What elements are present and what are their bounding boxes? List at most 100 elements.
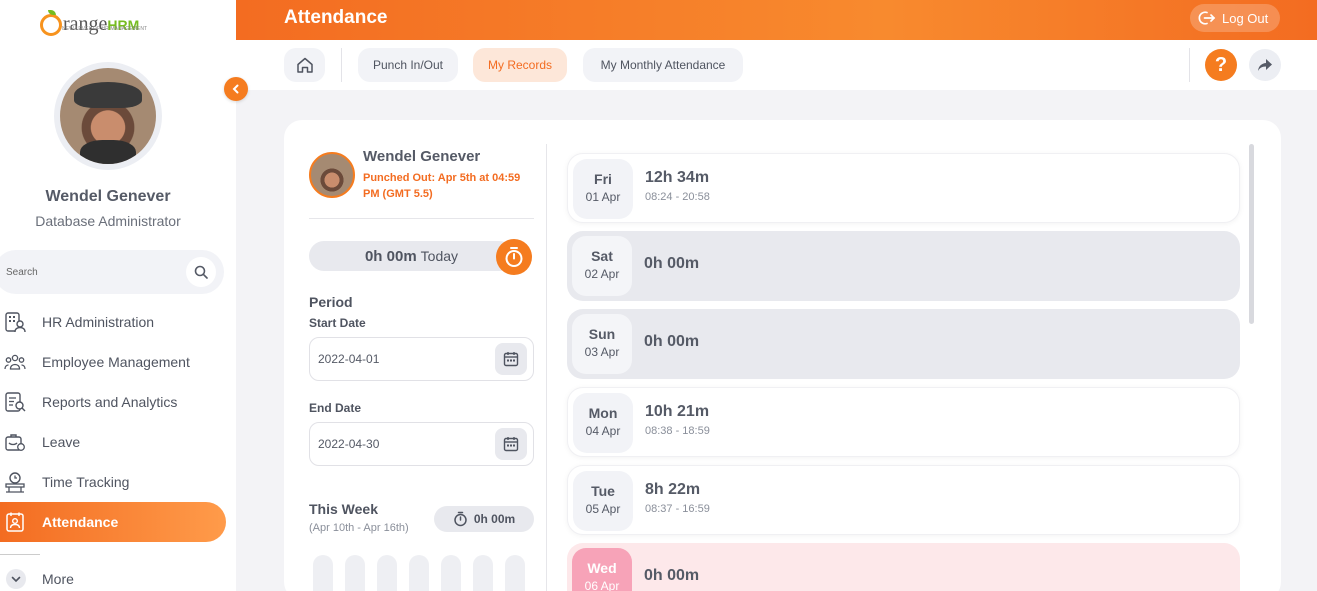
sidebar-item-label: Leave [42,434,81,450]
sidebar-item-label: HR Administration [42,314,155,330]
profile-avatar-ring[interactable] [54,62,162,170]
avatar [60,68,156,164]
list-item[interactable]: Sat 02 Apr 0h 00m [567,231,1240,301]
record-total: 12h 34m [645,169,710,186]
home-button[interactable] [284,48,325,82]
this-week-total-value: 0h 00m [473,512,516,526]
record-total: 0h 00m [644,333,700,350]
start-date-picker-button[interactable] [495,343,527,375]
list-item[interactable]: Wed 06 Apr 0h 00m [567,543,1240,591]
sidebar-item-employee-management[interactable]: Employee Management [0,342,236,382]
logo-tagline: NEW LEVEL OF HR MANAGEMENT [62,26,148,32]
sidebar-more[interactable]: More [0,566,236,591]
start-date-field[interactable]: 2022-04-01 [309,337,534,381]
this-week-total: 0h 00m [434,506,534,532]
sidebar-item-label: Reports and Analytics [42,394,178,410]
record-date: 03 Apr [584,345,620,359]
week-day-bar [313,555,333,591]
record-day-name: Tue [591,483,615,499]
today-hours-label: Today [420,248,459,264]
leave-icon [5,434,25,451]
sidebar-item-time-tracking[interactable]: Time Tracking [0,462,236,502]
attendance-icon [6,512,24,532]
record-date: 05 Apr [585,502,621,516]
record-total: 0h 00m [644,255,700,272]
record-date: 01 Apr [585,190,621,204]
panel-divider [546,144,547,591]
employees-icon [4,354,26,370]
record-total: 0h 00m [644,567,700,584]
share-button[interactable] [1249,49,1281,81]
tab-punch-in-out[interactable]: Punch In/Out [358,48,458,82]
logout-label: Log Out [1222,10,1269,26]
logout-icon [1198,11,1216,25]
sidebar-item-leave[interactable]: Leave [0,422,236,462]
list-item[interactable]: Sun 03 Apr 0h 00m [567,309,1240,379]
this-week-title: This Week [309,501,378,517]
end-date-field[interactable]: 2022-04-30 [309,422,534,466]
tab-my-monthly-attendance[interactable]: My Monthly Attendance [583,48,743,82]
end-date-label: End Date [309,401,362,415]
record-day-name: Wed [587,560,617,576]
search-input[interactable] [6,266,166,278]
sidebar-item-label: Employee Management [42,354,190,370]
record-day-badge: Tue 05 Apr [573,471,633,531]
sidebar-item-hr-administration[interactable]: HR Administration [0,302,236,342]
record-day-badge: Mon 04 Apr [573,393,633,453]
week-day-bar [505,555,525,591]
today-timer-button[interactable] [496,239,532,275]
weekly-bar-chart [313,555,533,591]
stopwatch-icon [454,511,467,527]
topbar: Punch In/Out My Records My Monthly Atten… [236,40,1317,90]
week-day-bar [409,555,429,591]
stopwatch-icon [505,247,523,267]
search-box [0,250,224,294]
calendar-icon [503,437,519,452]
week-day-bar [441,555,461,591]
record-total: 10h 21m [645,403,710,420]
end-date-picker-button[interactable] [495,428,527,460]
sidebar-user-name: Wendel Genever [45,188,171,205]
calendar-icon [503,352,519,367]
search-button[interactable] [186,257,216,287]
record-total: 8h 22m [645,481,701,498]
sidebar-menu: HR Administration Employee Management Re… [0,302,236,555]
avatar [309,152,355,198]
share-arrow-icon [1258,59,1272,71]
today-hours: 0h 00m Today [309,241,514,271]
list-item[interactable]: Mon 04 Apr 10h 21m 08:38 - 18:59 [567,387,1240,457]
header: Attendance Log Out [236,0,1317,40]
help-button[interactable]: ? [1205,49,1237,81]
logout-button[interactable]: Log Out [1190,4,1280,32]
record-date: 04 Apr [585,424,621,438]
record-time-range: 08:24 - 20:58 [645,191,710,203]
sidebar-more-label: More [42,571,74,587]
tab-my-records[interactable]: My Records [473,48,567,82]
record-time-range: 08:38 - 18:59 [645,425,710,437]
record-day-name: Mon [588,405,618,421]
list-item[interactable]: Fri 01 Apr 12h 34m 08:24 - 20:58 [567,153,1240,223]
punch-status: Punched Out: Apr 5th at 04:59 PM (GMT 5.… [363,172,521,200]
start-date-value: 2022-04-01 [318,352,380,366]
chevron-left-icon [232,84,239,94]
records-scrollbar[interactable] [1249,144,1254,324]
chevron-down-icon [6,569,26,589]
list-item[interactable]: Tue 05 Apr 8h 22m 08:37 - 16:59 [567,465,1240,535]
week-day-bar [345,555,365,591]
today-hours-value: 0h 00m [364,247,417,265]
sidebar-item-attendance[interactable]: Attendance [0,502,226,542]
end-date-value: 2022-04-30 [318,437,380,451]
orange-logo-icon [40,10,62,36]
week-day-bar [473,555,493,591]
topbar-divider [341,48,342,82]
record-day-name: Fri [594,171,612,187]
sidebar: rangeHRM NEW LEVEL OF HR MANAGEMENT Wend… [0,0,236,591]
record-day-badge: Wed 06 Apr [572,548,632,591]
record-day-badge: Sun 03 Apr [572,314,632,374]
sidebar-collapse-button[interactable] [224,77,248,101]
time-tracking-icon [5,472,25,493]
sidebar-item-label: Attendance [42,514,119,530]
record-day-name: Sun [588,326,616,342]
sidebar-user-role: Database Administrator [35,213,181,229]
sidebar-item-reports-and-analytics[interactable]: Reports and Analytics [0,382,236,422]
